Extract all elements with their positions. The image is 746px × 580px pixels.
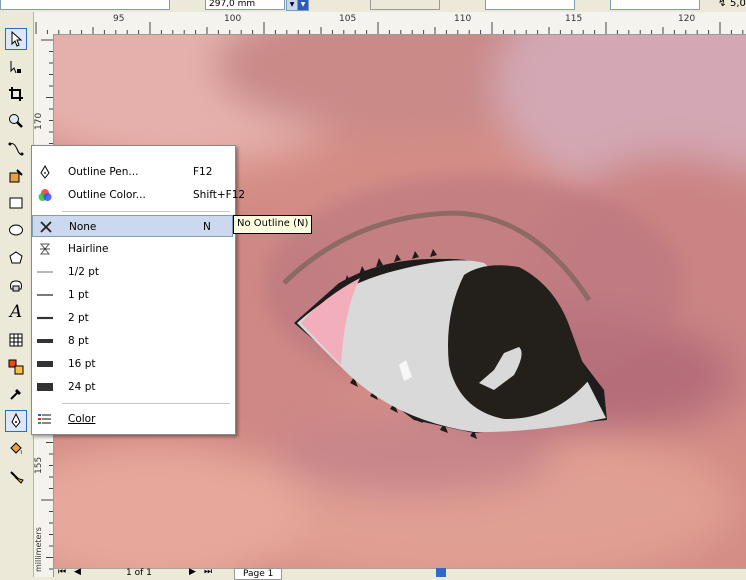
menu-item-label: Color: [68, 413, 96, 425]
ruler-label: 115: [565, 14, 583, 24]
page-height-field[interactable]: 297,0 mm: [205, 0, 285, 10]
color-docker-icon: [36, 410, 54, 428]
line-half-pt-icon: [36, 263, 54, 281]
line-1pt-icon: [36, 286, 54, 304]
pick-tool-icon[interactable]: [5, 28, 27, 50]
table-tool-icon[interactable]: [5, 329, 27, 351]
menu-item-16pt[interactable]: 16 pt: [32, 353, 233, 375]
interactive-blend-tool-icon[interactable]: [5, 356, 27, 378]
last-page-icon[interactable]: ⏭: [204, 567, 212, 577]
menu-item-outline-color[interactable]: Outline Color... Shift+F12: [32, 184, 245, 206]
toolbox: A: [0, 12, 34, 577]
rectangle-tool-icon[interactable]: [5, 192, 27, 214]
menu-item-shortcut: Shift+F12: [193, 189, 246, 201]
x-mark-icon: [37, 218, 55, 236]
ruler-label: 155: [34, 456, 44, 474]
pen-nib-icon: [36, 163, 54, 181]
menu-item-label: 2 pt: [68, 312, 89, 324]
ruler-label: 100: [224, 14, 242, 24]
ruler-label: 105: [339, 14, 357, 24]
menu-item-outline-pen[interactable]: Outline Pen... F12: [32, 161, 233, 183]
horizontal-ruler[interactable]: 95 100 105 110 115 120: [33, 12, 746, 35]
hairline-icon: [36, 240, 54, 258]
basic-shapes-tool-icon[interactable]: [5, 274, 27, 296]
nudge-value: 5,0: [730, 0, 746, 9]
interactive-fill-tool-icon[interactable]: [5, 465, 27, 487]
ruler-label: 110: [454, 14, 472, 24]
menu-separator: [62, 211, 230, 212]
fill-tool-icon[interactable]: [5, 438, 27, 460]
nudge-icon: ↯: [718, 0, 727, 9]
menu-item-label: None: [69, 221, 97, 233]
menu-separator: [62, 403, 230, 404]
menu-item-8pt[interactable]: 8 pt: [32, 330, 233, 352]
line-24pt-icon: [36, 378, 54, 396]
ruler-label: 95: [113, 14, 125, 24]
scroll-button[interactable]: [436, 568, 446, 577]
menu-item-half-pt[interactable]: 1/2 pt: [32, 261, 233, 283]
color-wheel-icon: [36, 186, 54, 204]
first-page-icon[interactable]: ⏮: [58, 567, 66, 577]
menu-item-label: Outline Color...: [68, 189, 146, 201]
menu-item-label: Outline Pen...: [68, 166, 139, 178]
menu-item-2pt[interactable]: 2 pt: [32, 307, 233, 329]
menu-item-label: 16 pt: [68, 358, 96, 370]
menu-item-hairline[interactable]: Hairline: [32, 238, 233, 260]
menu-item-shortcut: F12: [193, 166, 213, 178]
page-tab[interactable]: Page 1: [234, 568, 283, 580]
menu-item-1pt[interactable]: 1 pt: [32, 284, 233, 306]
menu-item-label: 8 pt: [68, 335, 89, 347]
tooltip: No Outline (N): [233, 215, 313, 234]
next-page-icon[interactable]: ▶: [189, 567, 196, 577]
outline-flyout-menu: Outline Pen... F12 Outline Color... Shif…: [31, 145, 245, 435]
units-field[interactable]: [485, 0, 575, 10]
menu-item-label: 1 pt: [68, 289, 89, 301]
line-8pt-icon: [36, 332, 54, 350]
orientation-buttons[interactable]: [370, 0, 440, 10]
zoom-tool-icon[interactable]: [5, 110, 27, 132]
object-width-field[interactable]: [0, 0, 170, 10]
ruler-label: 170: [34, 112, 44, 130]
menu-item-shortcut: N: [203, 221, 211, 233]
ruler-label: 120: [678, 14, 696, 24]
crop-tool-icon[interactable]: [5, 83, 27, 105]
menu-item-color[interactable]: Color: [32, 408, 233, 430]
shape-tool-icon[interactable]: [5, 56, 27, 78]
menu-item-24pt[interactable]: 24 pt: [32, 376, 233, 398]
polygon-tool-icon[interactable]: [5, 247, 27, 269]
menu-item-label: 24 pt: [68, 381, 96, 393]
eyedropper-tool-icon[interactable]: [5, 383, 27, 405]
line-2pt-icon: [36, 309, 54, 327]
line-16pt-icon: [36, 355, 54, 373]
smart-fill-tool-icon[interactable]: [5, 165, 27, 187]
previous-page-icon[interactable]: ◀: [74, 567, 81, 577]
ruler-ticks: [35, 22, 744, 34]
text-tool-icon[interactable]: A: [5, 301, 27, 323]
nudge-field[interactable]: [610, 0, 700, 10]
ruler-units: millimeters: [34, 527, 43, 572]
menu-item-label: 1/2 pt: [68, 266, 100, 278]
ellipse-tool-icon[interactable]: [5, 219, 27, 241]
menu-item-label: Hairline: [68, 243, 109, 255]
outline-tool-icon[interactable]: [5, 410, 27, 432]
freehand-tool-icon[interactable]: [5, 138, 27, 160]
menu-item-none[interactable]: None N: [32, 215, 233, 237]
page-height-dropdown[interactable]: ▼: [297, 0, 309, 11]
